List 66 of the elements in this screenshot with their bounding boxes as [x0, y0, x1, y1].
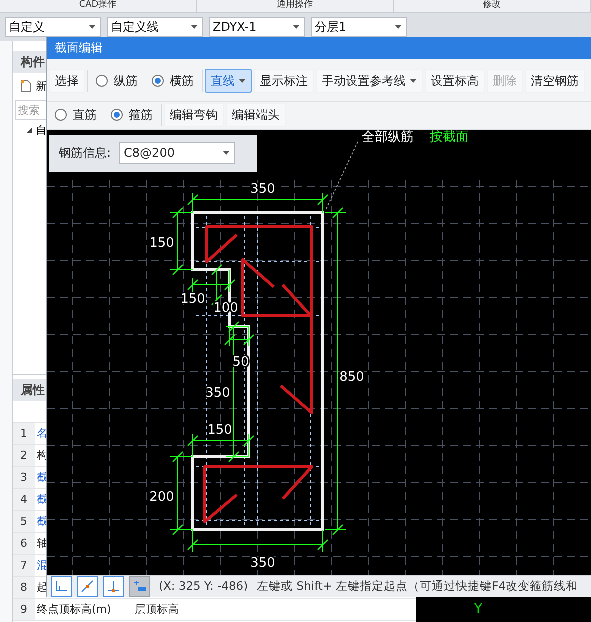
add-bar-icon [133, 580, 146, 593]
snap-tool-button[interactable] [129, 576, 150, 597]
caret-icon [191, 25, 198, 29]
dimension-label: 150 [150, 236, 174, 251]
leader-line [326, 141, 358, 210]
property-name: 终点顶标高(m) [36, 602, 112, 617]
snap-tool-button[interactable] [51, 576, 72, 597]
row-number: 2 [13, 445, 35, 466]
expand-icon[interactable] [27, 128, 32, 133]
perpendicular-snap-icon [107, 580, 120, 593]
select-field[interactable]: ZDYX-1 [209, 17, 305, 37]
select-field[interactable]: 自定义线 [107, 17, 203, 37]
radio-option[interactable]: 箍筋 [105, 106, 159, 124]
dropdown-button[interactable]: 手动设置参考线 [316, 69, 423, 94]
annotation-label: 全部纵筋 [362, 130, 414, 145]
row-number: 9 [13, 599, 35, 620]
status-coordinates: (X: 325 Y: -486) [159, 579, 248, 594]
caret-icon [395, 25, 402, 29]
menu-item[interactable]: 修改 [394, 0, 591, 12]
dimension-label: 150 [208, 422, 232, 438]
new-button[interactable]: 新 [36, 79, 47, 94]
caret-icon [223, 151, 230, 156]
toolbar-button[interactable]: 显示标注 [254, 69, 314, 94]
axis-label: Y [474, 602, 482, 619]
caret-icon [410, 79, 417, 84]
dimension-label: 350 [206, 386, 230, 401]
midpoint-snap-icon [81, 580, 94, 593]
toolbar-button[interactable]: 选择 [49, 69, 85, 94]
toolbar-button[interactable]: 编辑弯钩 [164, 103, 224, 128]
snap-tool-button[interactable] [77, 576, 98, 597]
dimension-label: 150 [180, 292, 206, 307]
corner-snap-icon [55, 580, 68, 593]
document-icon [21, 80, 32, 93]
row-number: 1 [13, 423, 35, 444]
dialog-title: 截面编辑 [47, 37, 591, 60]
row-number: 8 [13, 577, 35, 598]
radio-option[interactable]: 纵筋 [90, 72, 144, 90]
dropdown-button[interactable]: 直线 [205, 69, 252, 94]
dimension-label: 200 [150, 490, 174, 505]
row-number: 4 [13, 489, 35, 510]
radio-option[interactable]: 直筋 [49, 106, 103, 124]
snap-tool-button[interactable] [103, 576, 124, 597]
row-number: 5 [13, 511, 35, 532]
status-hint: 左键或 Shift+ 左键指定起点（可通过快捷键F4改变箍筋线和 [257, 578, 578, 594]
steel-info-dropdown[interactable]: C8@200 [119, 142, 236, 164]
property-name: 名 [36, 426, 49, 441]
caret-icon [89, 25, 96, 29]
tree-item[interactable]: 自 [36, 123, 47, 138]
dimension-label: 350 [250, 556, 276, 571]
steel-info-label: 钢筋信息: [59, 144, 112, 162]
main-canvas[interactable]: Y [416, 597, 591, 622]
dimension-label: 350 [250, 182, 276, 197]
toolbar-button[interactable]: 清空钢筋 [525, 69, 585, 94]
property-value: 层顶标高 [135, 602, 179, 617]
row-number: 7 [13, 555, 35, 576]
caret-icon [293, 25, 300, 29]
annotation-value: 按截面 [430, 130, 469, 145]
caret-icon [239, 79, 246, 84]
toolbar-button[interactable]: 编辑端头 [226, 103, 286, 128]
menu-item[interactable]: CAD操作 [0, 0, 197, 12]
select-field[interactable]: 自定义 [5, 17, 101, 37]
row-number: 3 [13, 467, 35, 488]
toolbar-button[interactable]: 设置标高 [425, 69, 485, 94]
radio-option[interactable]: 横筋 [146, 72, 200, 90]
select-field[interactable]: 分层1 [311, 17, 407, 37]
row-number: 6 [13, 533, 35, 554]
